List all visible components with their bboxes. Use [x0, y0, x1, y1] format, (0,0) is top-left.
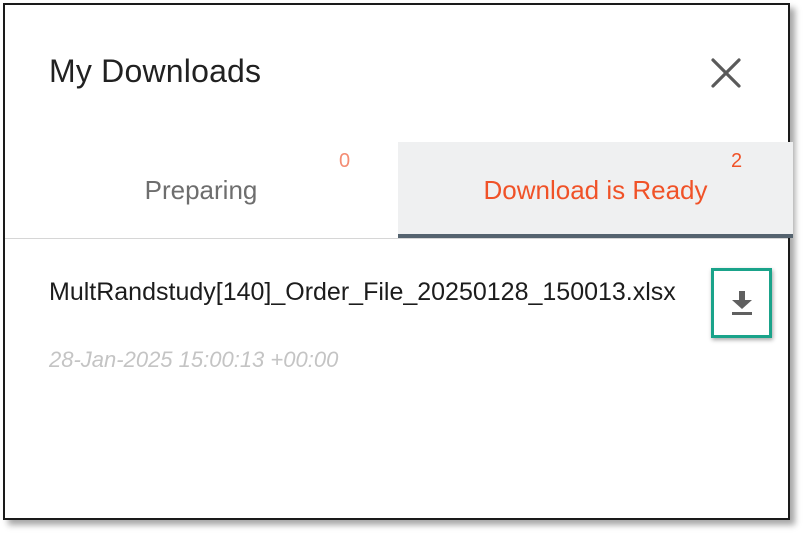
download-icon — [731, 291, 752, 315]
download-button[interactable] — [711, 268, 772, 338]
tab-preparing[interactable]: 0 Preparing — [5, 142, 397, 238]
tab-download-ready[interactable]: 2 Download is Ready — [398, 142, 793, 238]
downloads-dialog: My Downloads 0 Preparing 2 Download is R… — [3, 3, 793, 520]
close-button[interactable] — [708, 55, 744, 91]
file-name: MultRandstudy[140]_Order_File_20250128_1… — [49, 278, 676, 306]
tab-preparing-count: 0 — [339, 150, 351, 172]
download-tabs: 0 Preparing 2 Download is Ready — [5, 142, 793, 239]
tab-preparing-label: Preparing — [144, 175, 258, 205]
close-icon — [711, 58, 741, 88]
tab-ready-count: 2 — [731, 150, 743, 172]
dialog-title: My Downloads — [49, 53, 262, 89]
tab-ready-label: Download is Ready — [483, 175, 708, 205]
file-timestamp: 28-Jan-2025 15:00:13 +00:00 — [49, 347, 339, 372]
